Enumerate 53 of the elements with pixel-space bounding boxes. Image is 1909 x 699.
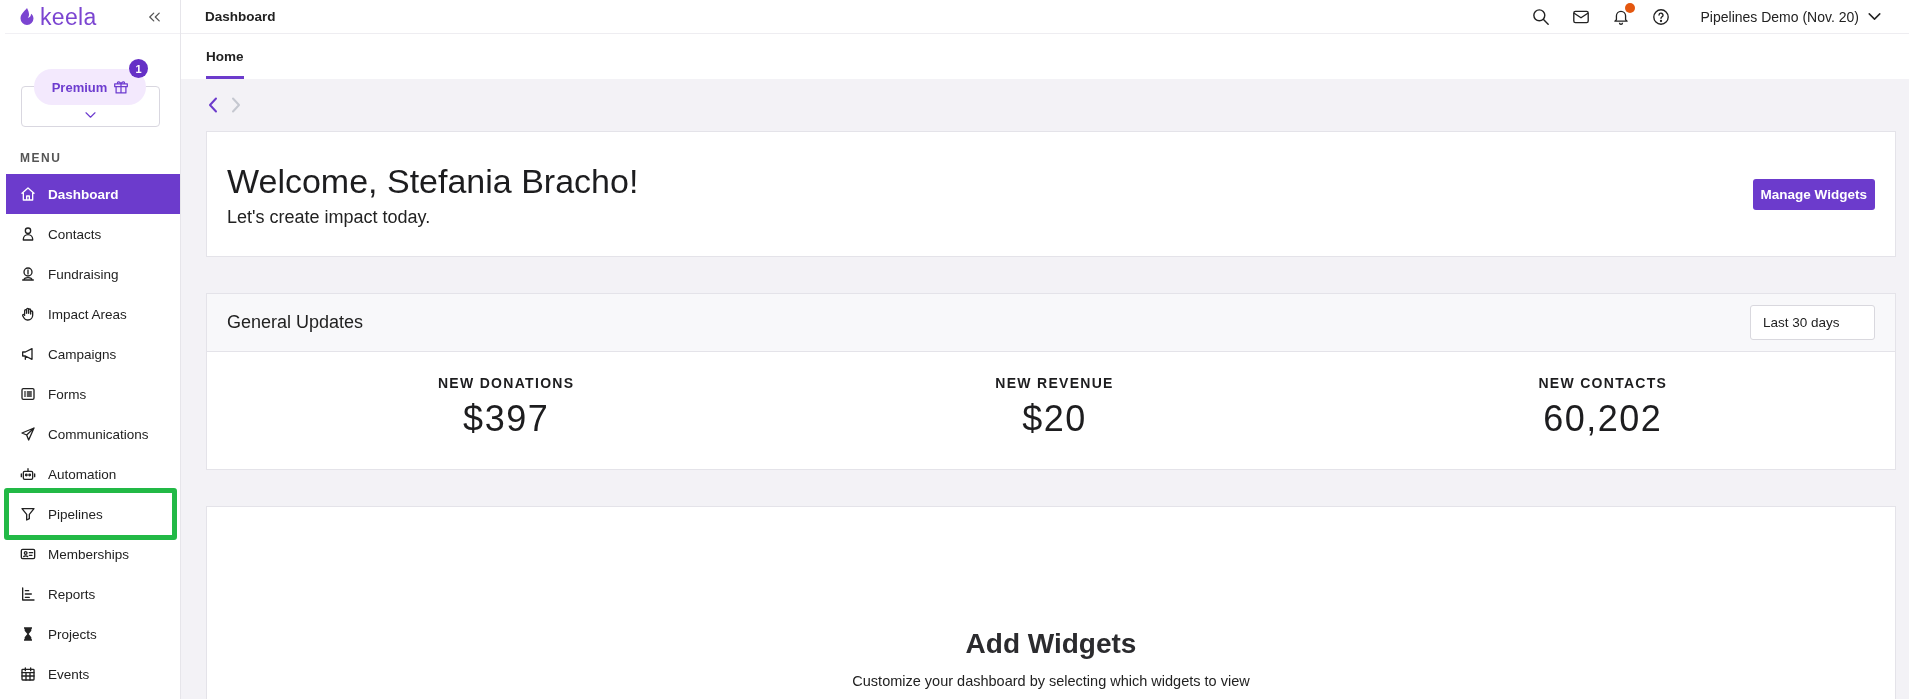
envelope-icon[interactable] [1572,8,1589,25]
stat-value: $397 [463,397,550,441]
paper-plane-icon [20,426,36,442]
double-chevron-left-icon[interactable] [149,11,160,22]
sidebar-item[interactable]: Impact Areas [6,301,180,327]
list-icon [20,386,36,402]
sidebar-item[interactable]: Contacts [6,221,180,247]
manage-widgets-button[interactable]: Manage Widgets [1752,178,1875,210]
card-title: General Updates [227,312,364,333]
sidebar-item[interactable]: Fundraising [6,261,180,287]
flame-icon [20,8,34,25]
sidebar-item[interactable]: Reports [6,581,180,607]
page-title: Dashboard [205,9,276,24]
sidebar-item[interactable]: Communications [6,421,180,447]
period-select[interactable]: Last 30 days [1750,305,1875,340]
add-widgets-title: Add Widgets [965,627,1137,661]
hand-icon [20,306,36,322]
stat-label: NEW CONTACTS [1538,374,1668,392]
coin-icon [20,266,36,282]
sidebar-item[interactable]: Projects [6,621,180,647]
welcome-heading: Welcome, Stefania Bracho! [227,160,639,202]
sidebar-item[interactable]: Forms [6,381,180,407]
chevron-down-icon [1868,13,1881,20]
bell-icon[interactable] [1612,8,1629,25]
sidebar-item[interactable]: Events [6,661,180,687]
menu-heading: MENU [20,151,63,165]
person-icon [20,226,36,242]
funnel-icon [20,506,36,522]
help-icon[interactable] [1652,8,1669,25]
welcome-subtitle: Let's create impact today. [227,205,432,228]
stat-value: $20 [1022,397,1087,441]
sidebar-item[interactable]: Campaigns [6,341,180,367]
sidebar-item[interactable]: Automation [6,461,180,487]
megaphone-icon [20,346,36,362]
logo-text: keela [40,3,97,30]
sidebar-item[interactable]: Dashboard [6,174,180,214]
robot-icon [20,466,36,482]
id-card-icon [20,546,36,562]
stat-value: 60,202 [1543,397,1663,441]
calendar-icon [20,666,36,682]
sidebar-item[interactable]: Pipelines [4,488,177,540]
chevron-down-icon[interactable] [85,112,96,118]
sidebar-item[interactable]: Memberships [6,541,180,567]
chevron-left-icon[interactable] [208,97,218,113]
account-menu[interactable]: Pipelines Demo (Nov. 20) [1700,8,1881,25]
stat-label: NEW REVENUE [995,374,1114,392]
home-icon [20,186,36,202]
bar-chart-icon [20,586,36,602]
count-badge: 1 [129,59,148,78]
gift-icon [114,80,129,94]
search-icon[interactable] [1532,8,1549,25]
stat-label: NEW DONATIONS [437,374,575,392]
add-widgets-text: Customize your dashboard by selecting which widgets to view [852,672,1250,690]
